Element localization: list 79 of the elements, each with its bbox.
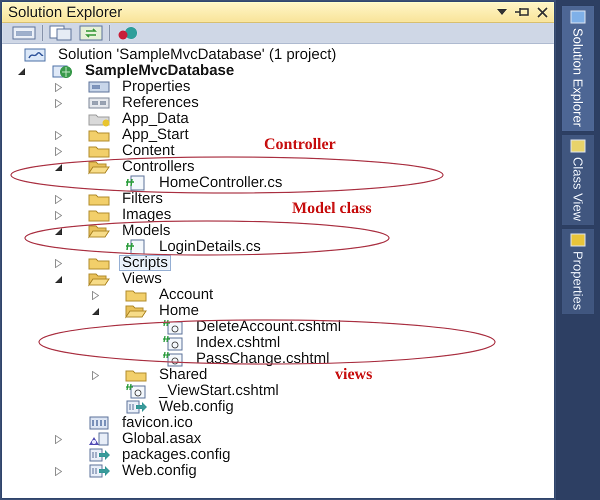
properties-icon — [88, 79, 110, 95]
tree-item[interactable]: References — [119, 95, 202, 111]
view-file-icon — [162, 335, 184, 351]
expand-arrow-icon[interactable] — [55, 194, 62, 204]
tree-item[interactable]: Scripts — [119, 255, 171, 271]
annotation-label: Controller — [264, 136, 336, 154]
tree-item[interactable]: Controllers — [119, 159, 198, 175]
properties-icon[interactable] — [12, 25, 36, 41]
references-icon — [88, 95, 110, 111]
class-view-icon — [570, 139, 586, 153]
tree-item[interactable]: Content — [119, 143, 178, 159]
view-file-icon — [162, 319, 184, 335]
tree-item[interactable]: Web.config — [156, 399, 237, 415]
open-folder-icon — [88, 159, 110, 175]
tree-item[interactable]: Index.cshtml — [193, 335, 284, 351]
tree-item[interactable]: Solution 'SampleMvcDatabase' (1 project) — [55, 47, 340, 63]
expand-arrow-icon[interactable] — [55, 466, 62, 476]
tree-item[interactable]: Properties — [119, 79, 194, 95]
window-title: Solution Explorer — [8, 4, 124, 20]
config-file-icon — [88, 463, 110, 479]
tree-item[interactable]: Models — [119, 223, 174, 239]
solution-icon — [570, 10, 586, 24]
refresh-icon[interactable] — [79, 25, 103, 41]
expand-arrow-icon[interactable] — [55, 210, 62, 220]
expand-arrow-icon[interactable] — [55, 98, 62, 108]
tree-item[interactable]: SampleMvcDatabase — [82, 63, 238, 79]
expand-arrow-icon[interactable] — [92, 290, 99, 300]
project-icon — [51, 63, 73, 79]
open-folder-icon — [125, 303, 147, 319]
show-files-icon[interactable] — [49, 25, 73, 41]
tree-item[interactable]: Home — [156, 303, 202, 319]
collapse-arrow-icon[interactable] — [55, 228, 62, 234]
tree-item[interactable]: HomeController.cs — [156, 175, 286, 191]
view-file-icon — [162, 351, 184, 367]
config-file-icon — [88, 447, 110, 463]
tree-item[interactable]: Account — [156, 287, 216, 303]
collapse-arrow-icon[interactable] — [18, 68, 25, 74]
code-file-icon — [125, 175, 147, 191]
view-file-icon — [125, 383, 147, 399]
tree-item[interactable]: DeleteAccount.cshtml — [193, 319, 344, 335]
tree-item[interactable]: favicon.ico — [119, 415, 196, 431]
expand-arrow-icon[interactable] — [55, 258, 62, 268]
tree-item[interactable]: Shared — [156, 367, 210, 383]
collapse-arrow-icon[interactable] — [55, 164, 62, 170]
tree-item[interactable]: _ViewStart.cshtml — [156, 383, 282, 399]
tree-item[interactable]: App_Start — [119, 127, 192, 143]
collapse-arrow-icon[interactable] — [55, 276, 62, 282]
tree-item[interactable]: Images — [119, 207, 174, 223]
expand-arrow-icon[interactable] — [55, 130, 62, 140]
config-file-icon — [125, 399, 147, 415]
dropdown-icon[interactable] — [497, 9, 507, 15]
open-folder-icon — [88, 223, 110, 239]
solution-icon — [24, 47, 46, 63]
tree-item[interactable]: LoginDetails.cs — [156, 239, 264, 255]
expand-arrow-icon[interactable] — [55, 82, 62, 92]
code-file-icon — [125, 239, 147, 255]
image-file-icon — [88, 415, 110, 431]
properties-icon — [570, 233, 586, 248]
expand-arrow-icon[interactable] — [55, 434, 62, 444]
side-tab[interactable]: Class View — [562, 135, 594, 226]
open-folder-icon — [88, 271, 110, 287]
tree-item[interactable]: PassChange.cshtml — [193, 351, 332, 367]
tree-item[interactable]: App_Data — [119, 111, 192, 127]
collapse-arrow-icon[interactable] — [92, 308, 99, 314]
side-tab[interactable]: Solution Explorer — [562, 6, 594, 131]
expand-arrow-icon[interactable] — [55, 146, 62, 156]
global-file-icon — [88, 431, 110, 447]
expand-arrow-icon[interactable] — [92, 370, 99, 380]
tree-item[interactable]: Web.config — [119, 463, 200, 479]
class-diagram-icon[interactable] — [116, 25, 140, 41]
tree-item[interactable]: Views — [119, 271, 165, 287]
annotation-label: Model class — [292, 200, 372, 218]
pin-icon[interactable] — [515, 7, 529, 17]
tree-item[interactable]: Filters — [119, 191, 166, 207]
close-icon[interactable] — [537, 6, 548, 18]
side-tab[interactable]: Properties — [562, 229, 594, 314]
annotation-label: views — [335, 366, 372, 384]
tree-item[interactable]: packages.config — [119, 447, 234, 463]
tree-item[interactable]: Global.asax — [119, 431, 204, 447]
